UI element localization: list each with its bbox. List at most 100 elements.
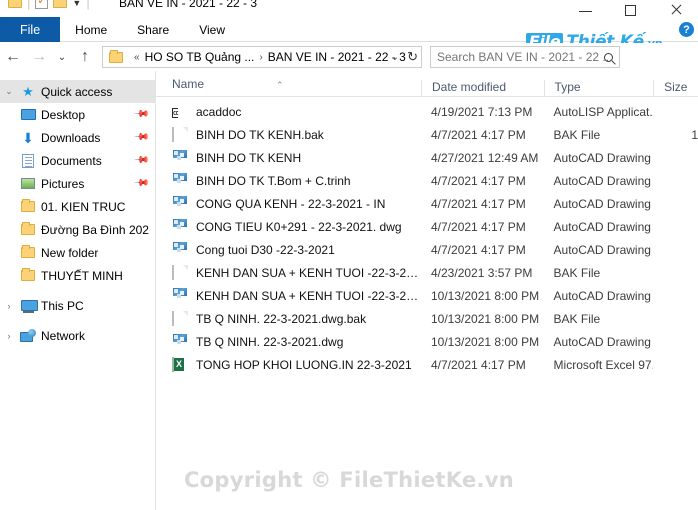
new-folder-icon[interactable]	[53, 0, 68, 8]
file-name-cell[interactable]: BINH DO TK T.Bom + C.trinh	[156, 172, 421, 189]
file-name-cell[interactable]: KENH DAN SUA + KENH TUOI -22-3-202...	[156, 287, 421, 304]
table-row[interactable]: BINH DO TK T.Bom + C.trinh 4/7/2021 4:17…	[156, 169, 698, 192]
table-row[interactable]: TB Q NINH. 22-3-2021.dwg.bak 10/13/2021 …	[156, 307, 698, 330]
breadcrumb[interactable]: « HO SO TB Quảng ... › BAN VE IN - 2021 …	[102, 46, 422, 68]
up-button[interactable]: ↑	[72, 43, 98, 71]
help-icon[interactable]: ?	[679, 22, 694, 37]
file-name: BINH DO TK T.Bom + C.trinh	[196, 173, 351, 188]
file-date: 4/19/2021 7:13 PM	[431, 104, 533, 119]
customize-qat-caret-icon[interactable]: ▼	[72, 0, 81, 8]
chevron-right-icon[interactable]: ›	[0, 301, 18, 311]
file-name-cell[interactable]: TB Q NINH. 22-3-2021.dwg	[156, 333, 421, 350]
breadcrumb-separator-0[interactable]: ›	[259, 52, 262, 63]
minimize-button[interactable]	[563, 0, 608, 17]
sidebar-item-desktop[interactable]: Desktop 📌	[0, 103, 155, 126]
file-name-cell[interactable]: BINH DO TK KENH	[156, 149, 421, 166]
file-name: Cong tuoi D30 -22-3-2021	[196, 242, 335, 257]
file-name-cell[interactable]: TB Q NINH. 22-3-2021.dwg.bak	[156, 310, 421, 327]
close-button[interactable]	[653, 0, 698, 17]
sidebar-item-quick-access[interactable]: ⌄ ★ Quick access	[0, 80, 155, 103]
file-date: 4/7/2021 4:17 PM	[431, 357, 526, 372]
table-row[interactable]: CONG TIEU K0+291 - 22-3-2021. dwg 4/7/20…	[156, 215, 698, 238]
file-type: AutoCAD Drawing	[553, 288, 651, 303]
file-name-cell[interactable]: CCLISP acaddoc	[156, 104, 421, 120]
autocad-file-icon	[172, 218, 188, 235]
autolisp-file-icon: CCLISP	[172, 104, 188, 120]
chevron-right-icon[interactable]: ›	[0, 331, 18, 341]
recent-locations-button[interactable]: ⌄	[52, 43, 72, 71]
pin-icon[interactable]: 📌	[132, 152, 149, 169]
maximize-button[interactable]	[608, 0, 653, 17]
tab-home[interactable]: Home	[60, 17, 122, 42]
breadcrumb-item-1[interactable]: BAN VE IN - 2021 - 22 - 3	[268, 50, 406, 64]
autocad-file-icon	[172, 241, 188, 258]
breadcrumb-dropdown-icon[interactable]: ⌄	[391, 52, 399, 63]
search-input[interactable]	[437, 50, 613, 64]
explorer-body: ⌄ ★ Quick access Desktop 📌 ⬇ Downloads 📌…	[0, 71, 698, 510]
network-icon	[18, 329, 38, 342]
table-row[interactable]: KENH DAN SUA + KENH TUOI -22-3-202... 4/…	[156, 261, 698, 284]
sidebar-item-thuyet-minh[interactable]: THUYẾT MINH	[0, 264, 155, 287]
breadcrumb-overflow-icon[interactable]: «	[134, 52, 140, 63]
table-row[interactable]: BINH DO TK KENH 4/27/2021 12:49 AM AutoC…	[156, 146, 698, 169]
tab-view[interactable]: View	[184, 17, 240, 42]
table-row[interactable]: BINH DO TK KENH.bak 4/7/2021 4:17 PM BAK…	[156, 123, 698, 146]
file-type: AutoLISP Applicat...	[553, 104, 654, 119]
column-header-type[interactable]: Type	[543, 80, 654, 96]
table-row[interactable]: KENH DAN SUA + KENH TUOI -22-3-202... 10…	[156, 284, 698, 307]
refresh-icon[interactable]: ↻	[407, 49, 418, 65]
window-controls	[563, 0, 698, 17]
star-pin-icon: ★	[22, 83, 34, 99]
file-name-cell[interactable]: TONG HOP KHOI LUONG.IN 22-3-2021	[156, 356, 421, 373]
file-type: AutoCAD Drawing	[553, 150, 651, 165]
file-name-cell[interactable]: Cong tuoi D30 -22-3-2021	[156, 241, 421, 258]
table-row[interactable]: CONG QUA KENH - 22-3-2021 - IN 4/7/2021 …	[156, 192, 698, 215]
pin-icon[interactable]: 📌	[132, 106, 149, 123]
sidebar-item-network[interactable]: › Network	[0, 324, 155, 347]
sidebar-item-label: Network	[41, 328, 86, 343]
chevron-down-icon[interactable]: ⌄	[0, 86, 18, 97]
sidebar-item-downloads[interactable]: ⬇ Downloads 📌	[0, 126, 155, 149]
sidebar-item-label: Documents	[41, 153, 102, 168]
file-date: 4/7/2021 4:17 PM	[431, 173, 526, 188]
sidebar-item-new-folder[interactable]: New folder	[0, 241, 155, 264]
file-type: Microsoft Excel 97...	[553, 357, 654, 372]
properties-icon[interactable]	[35, 0, 49, 9]
sidebar-item-duong-ba-dinh[interactable]: Đường Ba Đình 2022	[0, 218, 155, 241]
bak-file-icon	[172, 264, 188, 281]
qat-divider: |	[27, 0, 31, 10]
file-type: AutoCAD Drawing	[553, 173, 651, 188]
search-box[interactable]	[430, 46, 620, 68]
sidebar-item-01-kien-truc[interactable]: 01. KIEN TRUC	[0, 195, 155, 218]
tab-file[interactable]: File	[0, 17, 61, 42]
file-date: 4/7/2021 4:17 PM	[431, 127, 526, 142]
column-header-size[interactable]: Size	[653, 80, 698, 96]
back-button[interactable]: ←	[0, 43, 26, 71]
search-icon[interactable]	[604, 52, 613, 62]
forward-button[interactable]: →	[26, 43, 52, 71]
file-date: 10/13/2021 8:00 PM	[431, 288, 540, 303]
sidebar-item-documents[interactable]: Documents 📌	[0, 149, 155, 172]
pin-icon[interactable]: 📌	[132, 129, 149, 146]
file-name-cell[interactable]: BINH DO TK KENH.bak	[156, 126, 421, 143]
column-header-date-modified[interactable]: Date modified	[420, 80, 544, 96]
file-name-cell[interactable]: KENH DAN SUA + KENH TUOI -22-3-202...	[156, 264, 421, 281]
folder-icon	[18, 245, 38, 258]
sidebar-item-label: Desktop	[41, 107, 86, 122]
file-name-cell[interactable]: CONG QUA KENH - 22-3-2021 - IN	[156, 195, 421, 212]
file-name: BINH DO TK KENH	[196, 150, 302, 165]
file-name-cell[interactable]: CONG TIEU K0+291 - 22-3-2021. dwg	[156, 218, 421, 235]
table-row[interactable]: TONG HOP KHOI LUONG.IN 22-3-2021 4/7/202…	[156, 353, 698, 376]
table-row[interactable]: TB Q NINH. 22-3-2021.dwg 10/13/2021 8:00…	[156, 330, 698, 353]
column-header-name[interactable]: Name ⌃	[156, 77, 421, 96]
window-title: BAN VE IN - 2021 - 22 - 3	[119, 0, 258, 10]
tab-share[interactable]: Share	[122, 17, 184, 42]
folder-icon[interactable]	[8, 0, 22, 8]
table-row[interactable]: Cong tuoi D30 -22-3-2021 4/7/2021 4:17 P…	[156, 238, 698, 261]
sidebar-item-pictures[interactable]: Pictures 📌	[0, 172, 155, 195]
table-row[interactable]: CCLISP acaddoc 4/19/2021 7:13 PM AutoLIS…	[156, 100, 698, 123]
sidebar-item-this-pc[interactable]: › This PC	[0, 294, 155, 317]
pin-icon[interactable]: 📌	[132, 175, 149, 192]
sidebar-item-label: Pictures	[41, 176, 85, 191]
breadcrumb-item-0[interactable]: HO SO TB Quảng ...	[145, 50, 255, 64]
